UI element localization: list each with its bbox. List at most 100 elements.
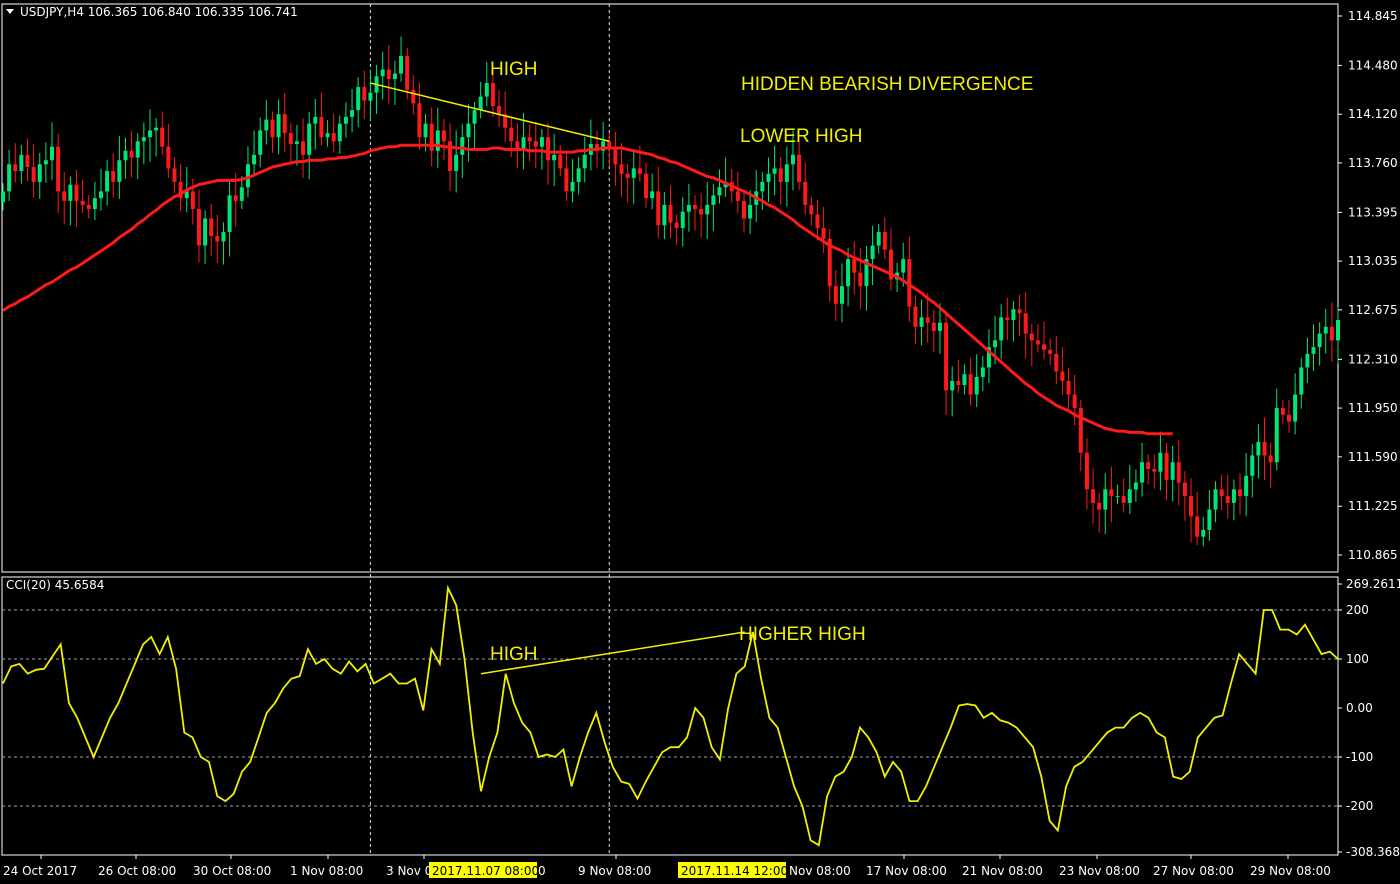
candle-body [1262, 441, 1267, 456]
candle-body [1299, 367, 1304, 395]
price-tick-label: 114.120 [1348, 107, 1398, 121]
cci-tick-label: 200 [1346, 603, 1369, 617]
price-tick-label: 113.395 [1348, 205, 1398, 219]
candle-body [582, 154, 587, 169]
candle-body [25, 154, 30, 168]
candle-body [1152, 469, 1157, 472]
candle-body [362, 87, 367, 101]
candle-body [558, 154, 563, 169]
candle-body [748, 204, 753, 219]
candle-body [423, 123, 428, 138]
trading-chart[interactable]: 114.845 114.480 114.120 113.760 113.395 113.0… [0, 0, 1400, 884]
candle-body [417, 103, 422, 138]
candle-body [331, 133, 336, 142]
candle-body [705, 204, 710, 215]
x-tick-label: 24 Oct 2017 [3, 864, 77, 878]
candle-body [405, 55, 410, 90]
candle-body [1054, 353, 1059, 372]
x-tick-label: 26 Oct 08:00 [98, 864, 176, 878]
candle-body [846, 259, 851, 287]
candle-body [227, 195, 232, 233]
candle-body [656, 191, 661, 226]
candle-body [154, 127, 159, 131]
candle-body [196, 208, 201, 246]
candle-body [215, 236, 220, 242]
price-tick-label: 111.225 [1348, 499, 1398, 513]
candle-body [686, 204, 691, 212]
candle-body [264, 119, 269, 131]
candle-body [92, 198, 97, 209]
candle-body [1274, 408, 1279, 463]
price-high-label: HIGH [490, 59, 538, 80]
candle-body [203, 218, 208, 246]
candle-body [741, 200, 746, 219]
candle-body [80, 200, 85, 205]
candle-body [1035, 340, 1040, 345]
candle-body [313, 116, 318, 124]
candle-body [49, 146, 54, 161]
candle-body [411, 89, 416, 104]
cci-high-label: HIGH [490, 644, 538, 665]
candle-body [1072, 394, 1077, 409]
candle-body [1170, 462, 1175, 480]
candle-body [974, 376, 979, 395]
x-tick-label: 17 Nov 08:00 [866, 864, 947, 878]
candle-body [233, 195, 238, 201]
candle-body [1115, 496, 1120, 498]
candle-body [288, 133, 293, 144]
candle-body [239, 187, 244, 201]
candle-body [98, 191, 103, 199]
candle-body [876, 232, 881, 246]
candle-body [809, 204, 814, 215]
price-tick-label: 113.035 [1348, 254, 1398, 268]
x-tick-label: 9 Nov 08:00 [578, 864, 651, 878]
candle-body [699, 208, 704, 215]
candle-body [1127, 489, 1132, 503]
candle-body [931, 322, 936, 331]
candle-body [478, 96, 483, 111]
candle-body [662, 204, 667, 226]
moving-average-line [2, 143, 1173, 436]
candle-body [552, 154, 557, 161]
divergence-title: HIDDEN BEARISH DIVERGENCE [741, 74, 1034, 95]
candle-body [950, 380, 955, 391]
candle-body [190, 191, 195, 209]
candle-body [1097, 502, 1102, 510]
x-tick-label: 30 Oct 08:00 [193, 864, 271, 878]
candle-body [858, 272, 863, 287]
candle-body [674, 222, 679, 228]
candle-body [1305, 353, 1310, 368]
candle-body [343, 116, 348, 124]
candle-body [509, 127, 514, 142]
candle-body [1133, 482, 1138, 490]
candle-body [778, 168, 783, 182]
candle-body [692, 204, 697, 209]
candle-body [668, 204, 673, 223]
candle-body [650, 191, 655, 199]
candle-body [993, 340, 998, 348]
candle-body [1268, 455, 1273, 463]
candle-body [62, 191, 67, 201]
candle-body [607, 141, 612, 147]
candle-body [392, 73, 397, 79]
candle-body [925, 317, 930, 323]
candle-body [135, 141, 140, 158]
price-tick-label: 113.760 [1348, 156, 1398, 170]
candle-body [147, 130, 152, 138]
candle-body [1311, 347, 1316, 354]
candle-body [999, 317, 1004, 341]
candle-body [680, 211, 685, 228]
candle-body [350, 110, 355, 117]
candle-body [533, 141, 538, 147]
candle-body [1078, 408, 1083, 453]
price-tick-label: 114.480 [1348, 58, 1398, 72]
candle-body [319, 116, 324, 138]
candle-body [1293, 394, 1298, 422]
candle-body [619, 164, 624, 174]
cci-tick-label: -100 [1346, 750, 1373, 764]
candle-body [454, 154, 459, 172]
candle-body [37, 164, 42, 182]
candle-body [356, 87, 361, 111]
higher-high-label: HIGHER HIGH [739, 624, 866, 645]
candle-body [172, 168, 177, 182]
